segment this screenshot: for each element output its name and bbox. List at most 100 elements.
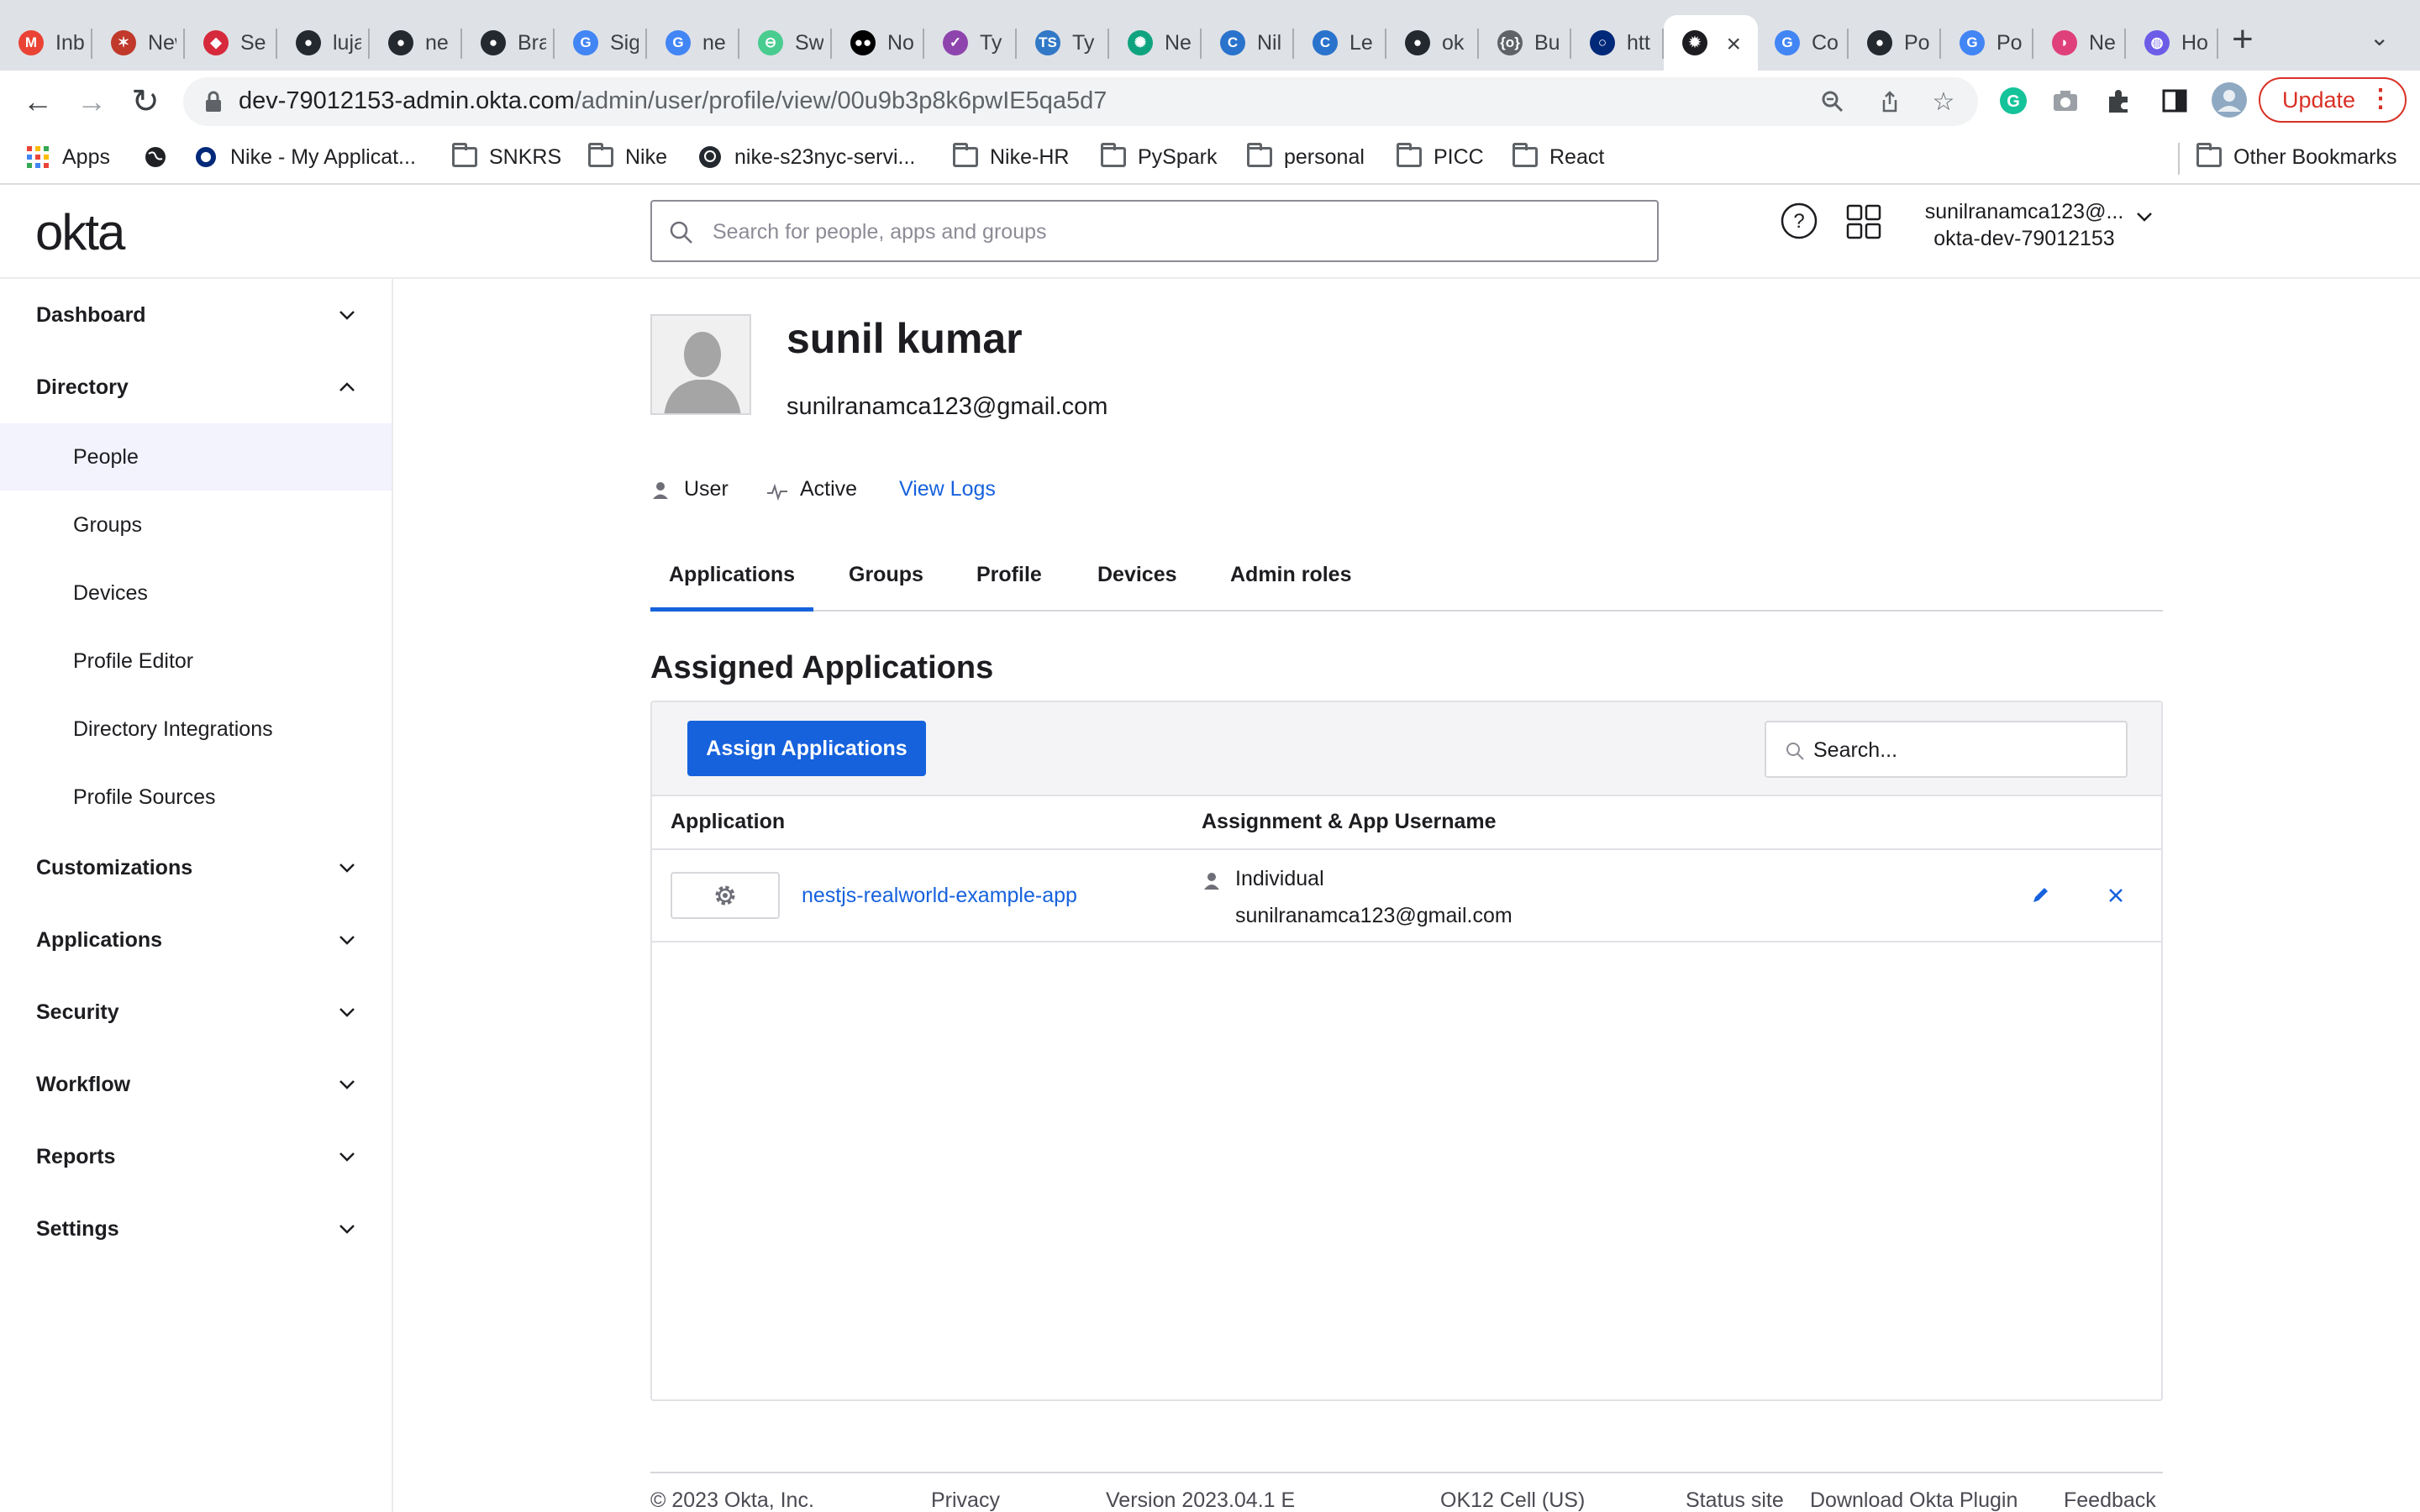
zoom-icon[interactable]: [1817, 86, 1849, 118]
bookmark-item[interactable]: [143, 144, 180, 170]
view-logs-link[interactable]: View Logs: [899, 477, 996, 501]
browser-tab[interactable]: ○ htt: [1571, 15, 1664, 71]
sidebar-section-customizations[interactable]: Customizations: [0, 832, 392, 904]
bookmark-item[interactable]: PICC: [1397, 143, 1484, 170]
sidebar-section-reports[interactable]: Reports: [0, 1121, 392, 1193]
app-name-link[interactable]: nestjs-realworld-example-app: [802, 884, 1077, 908]
sidebar-item-directory-integrations[interactable]: Directory Integrations: [0, 696, 392, 763]
browser-tab[interactable]: C Nil: [1202, 15, 1294, 71]
tab-search-chevron-icon[interactable]: ⌄: [2370, 24, 2389, 51]
browser-tab[interactable]: ● Po: [1849, 15, 1941, 71]
extensions-puzzle-icon[interactable]: [2102, 84, 2136, 118]
browser-tab[interactable]: ✹ ×: [1664, 15, 1758, 71]
sidebar-section-directory[interactable]: Directory: [0, 351, 392, 423]
tab-devices[interactable]: Devices: [1097, 563, 1177, 612]
forward-button[interactable]: →: [72, 82, 111, 121]
browser-tab[interactable]: TS Ty: [1017, 15, 1109, 71]
profile-avatar[interactable]: [2210, 81, 2249, 119]
browser-tab[interactable]: ● luja: [277, 15, 370, 71]
tab-groups[interactable]: Groups: [849, 563, 923, 612]
help-icon[interactable]: ?: [1780, 202, 1818, 240]
bookmark-item[interactable]: PySpark: [1101, 143, 1217, 170]
chevron-down-icon[interactable]: [336, 1001, 358, 1023]
applications-search-input[interactable]: [1813, 734, 2116, 766]
sidebar-section-applications[interactable]: Applications: [0, 904, 392, 976]
tab-profile[interactable]: Profile: [976, 563, 1042, 612]
bookmark-star-icon[interactable]: ☆: [1928, 86, 1960, 118]
global-search[interactable]: [650, 200, 1659, 262]
footer-link[interactable]: Version 2023.04.1 E: [1106, 1488, 1295, 1512]
sidebar-section-security[interactable]: Security: [0, 976, 392, 1048]
sidebar-section-workflow[interactable]: Workflow: [0, 1048, 392, 1121]
browser-tab[interactable]: G Po: [1941, 15, 2033, 71]
browser-tab[interactable]: ◍ Ho: [2126, 15, 2218, 71]
share-icon[interactable]: [1874, 86, 1906, 118]
close-tab-icon[interactable]: ×: [1726, 30, 1741, 59]
edit-pencil-icon[interactable]: [2028, 884, 2052, 907]
chevron-down-icon[interactable]: [2133, 205, 2156, 228]
browser-tab[interactable]: ●● No: [832, 15, 924, 71]
bookmark-item[interactable]: React: [1512, 143, 1604, 170]
browser-tab[interactable]: G Co: [1756, 15, 1849, 71]
browser-tab[interactable]: ● ok: [1386, 15, 1479, 71]
browser-tab[interactable]: G Sig: [555, 15, 647, 71]
okta-logo[interactable]: okta: [35, 203, 125, 261]
assign-applications-button[interactable]: Assign Applications: [687, 721, 926, 776]
side-panel-icon[interactable]: [2158, 84, 2191, 118]
sidebar-item-groups[interactable]: Groups: [0, 491, 392, 559]
bookmark-item[interactable]: SNKRS: [452, 143, 561, 170]
reload-button[interactable]: ↻: [126, 82, 165, 121]
new-tab-button[interactable]: +: [2232, 18, 2254, 60]
browser-tab[interactable]: C Le: [1294, 15, 1386, 71]
address-bar[interactable]: dev-79012153-admin.okta.com/admin/user/p…: [183, 77, 1978, 126]
browser-tab[interactable]: ◗ Ne: [2033, 15, 2126, 71]
sidebar-item-devices[interactable]: Devices: [0, 559, 392, 627]
chevron-down-icon[interactable]: [336, 304, 358, 326]
browser-tab[interactable]: Gne: [647, 15, 739, 71]
applications-search[interactable]: [1765, 721, 2128, 778]
remove-x-icon[interactable]: [2104, 884, 2128, 907]
browser-tab[interactable]: {o} Bu: [1479, 15, 1571, 71]
chevron-down-icon[interactable]: [336, 1146, 358, 1168]
footer-link[interactable]: Status site: [1686, 1488, 1784, 1512]
footer-link[interactable]: OK12 Cell (US): [1440, 1488, 1585, 1512]
footer-link[interactable]: Feedback: [2064, 1488, 2156, 1512]
browser-tab[interactable]: ⊖ Sw: [739, 15, 832, 71]
browser-tab[interactable]: ◆ Se: [185, 15, 277, 71]
update-button[interactable]: Update ⋮: [2259, 77, 2407, 123]
grammarly-icon[interactable]: G: [1996, 84, 2030, 118]
browser-tab[interactable]: ✓ Ty: [924, 15, 1017, 71]
browser-tab[interactable]: ● ne: [370, 15, 462, 71]
footer-link[interactable]: Privacy: [931, 1488, 1000, 1512]
tab-applications[interactable]: Applications: [650, 563, 813, 612]
chevron-down-icon[interactable]: [336, 857, 358, 879]
bookmark-item[interactable]: Nike: [588, 143, 667, 170]
bookmark-item[interactable]: Apps: [25, 144, 110, 170]
chevron-up-icon[interactable]: [336, 376, 358, 398]
bookmark-item[interactable]: Nike-HR: [953, 143, 1069, 170]
app-switcher-grid-icon[interactable]: [1845, 203, 1882, 240]
sidebar-section-dashboard[interactable]: Dashboard: [0, 279, 392, 351]
sidebar-section-settings[interactable]: Settings: [0, 1193, 392, 1265]
browser-tab[interactable]: ✺ Ne: [1109, 15, 1202, 71]
bookmark-item[interactable]: personal: [1247, 143, 1365, 170]
sidebar-item-profile-sources[interactable]: Profile Sources: [0, 764, 392, 831]
user-menu[interactable]: sunilranamca123@... okta-dev-79012153: [1902, 198, 2146, 252]
global-search-input[interactable]: [713, 215, 1637, 249]
chevron-down-icon[interactable]: [336, 1218, 358, 1240]
chevron-down-icon[interactable]: [336, 1074, 358, 1095]
sidebar-item-people[interactable]: People: [0, 423, 392, 491]
back-button[interactable]: ←: [18, 82, 57, 121]
sidebar-item-profile-editor[interactable]: Profile Editor: [0, 627, 392, 695]
browser-tab[interactable]: ● Bra: [462, 15, 555, 71]
bookmark-item[interactable]: nike-s23nyc-servi...: [697, 144, 915, 170]
browser-tab[interactable]: M Inbox: [0, 15, 92, 71]
more-vert-icon[interactable]: ⋮: [2368, 84, 2393, 113]
chevron-down-icon[interactable]: [336, 929, 358, 951]
other-bookmarks[interactable]: Other Bookmarks: [2196, 143, 2397, 170]
camera-icon[interactable]: [2049, 84, 2082, 118]
tab-admin-roles[interactable]: Admin roles: [1230, 563, 1351, 612]
bookmark-item[interactable]: Nike - My Applicat...: [193, 144, 416, 170]
browser-tab[interactable]: ✶ New: [92, 15, 185, 71]
footer-link[interactable]: Download Okta Plugin: [1810, 1488, 2018, 1512]
